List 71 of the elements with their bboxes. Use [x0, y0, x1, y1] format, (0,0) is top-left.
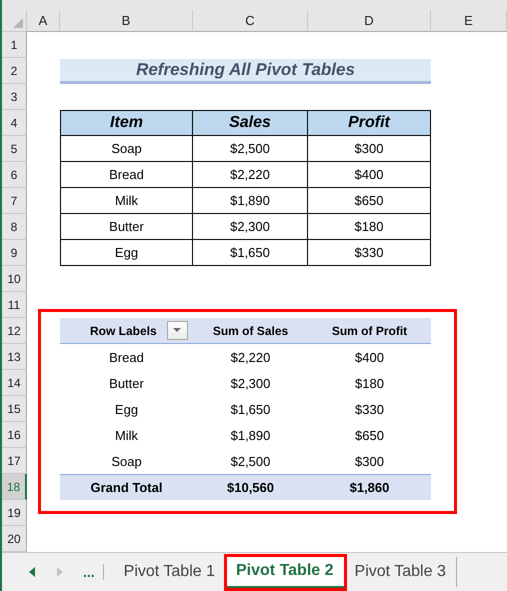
pivot-cell-text: $330 [354, 400, 385, 418]
row-header[interactable]: 9 [2, 240, 27, 266]
table-cell: Milk [60, 188, 193, 214]
row-header[interactable]: 1 [2, 32, 27, 58]
table-cell: Soap [60, 136, 193, 162]
table-cell: $2,220 [193, 162, 308, 188]
caret-icon [173, 328, 182, 333]
row-header[interactable]: 14 [2, 370, 27, 396]
pivot-cell-text: $1,890 [230, 426, 272, 444]
row-header[interactable]: 17 [2, 448, 27, 474]
pivot-cell-text: Butter [108, 374, 145, 392]
table-header-cell: Profit [308, 110, 431, 136]
table-cell: $330 [308, 240, 431, 266]
table-cell: $300 [308, 136, 431, 162]
row-header[interactable]: 5 [2, 136, 27, 162]
pivot-cell-text: Soap [110, 452, 143, 471]
table-cell: Bread [60, 162, 193, 188]
pivot-cell-text: Egg [114, 400, 140, 419]
row-header[interactable]: 6 [2, 162, 27, 188]
table-cell: $1,890 [193, 188, 308, 214]
table-cell: $400 [308, 162, 431, 188]
row-header[interactable]: 15 [2, 396, 27, 422]
pivot-header-label: Row Labels [90, 324, 157, 338]
table-cell: Butter [60, 214, 193, 240]
pivot-cell-text: $300 [354, 452, 385, 470]
table-cell: $2,500 [193, 136, 308, 162]
pivot-header-cell: Sum of Sales [193, 318, 308, 344]
more-sheets-button[interactable]: ... [83, 564, 104, 580]
grand-total-cell: $1,860 [308, 474, 431, 500]
grand-total-cell: $10,560 [193, 474, 308, 500]
pivot-cell-text: $2,220 [230, 348, 272, 366]
row-header[interactable]: 2 [2, 58, 27, 84]
pivot-cell-text: Milk [114, 426, 140, 444]
row-header[interactable]: 18 [2, 474, 27, 500]
sheet-tab[interactable]: Pivot Table 3 [344, 557, 457, 587]
pivot-cell-text: Bread [108, 348, 145, 366]
table-cell: $650 [308, 188, 431, 214]
row-header[interactable]: 20 [2, 526, 27, 552]
table-cell: $2,300 [193, 214, 308, 240]
column-header[interactable]: C [193, 10, 308, 32]
column-header[interactable]: D [308, 10, 431, 32]
sheet-title: Refreshing All Pivot Tables [60, 59, 431, 84]
grand-total-cell: Grand Total [60, 474, 193, 500]
row-header[interactable]: 3 [2, 84, 27, 110]
row-header[interactable]: 4 [2, 110, 27, 136]
pivot-cell-text: $2,500 [230, 452, 272, 470]
row-header[interactable]: 16 [2, 422, 27, 448]
pivot-cell-text: $180 [354, 374, 385, 392]
row-header[interactable]: 7 [2, 188, 27, 214]
scroll-left-icon[interactable] [27, 566, 37, 578]
table-cell: $180 [308, 214, 431, 240]
table-cell: Egg [60, 240, 193, 266]
sheet-tab[interactable]: Pivot Table 2 [226, 556, 345, 588]
row-header[interactable]: 11 [2, 292, 27, 318]
filter-dropdown-button[interactable] [166, 321, 188, 340]
table-cell: $1,650 [193, 240, 308, 266]
pivot-header-cell: Sum of Profit [308, 318, 431, 344]
row-header[interactable]: 12 [2, 318, 27, 344]
table-header-cell: Sales [193, 110, 308, 136]
row-header[interactable]: 13 [2, 344, 27, 370]
pivot-cell-text: $1,650 [230, 400, 272, 418]
table-header-cell: Item [60, 110, 193, 136]
column-header[interactable]: B [60, 10, 193, 32]
column-header[interactable]: E [431, 10, 507, 32]
column-header[interactable]: A [27, 10, 60, 32]
pivot-cell-text: $2,300 [230, 374, 272, 392]
row-header[interactable]: 8 [2, 214, 27, 240]
row-header[interactable]: 19 [2, 500, 27, 526]
pivot-cell-text: $650 [354, 426, 385, 444]
row-header[interactable]: 10 [2, 266, 27, 292]
pivot-cell-text: $400 [354, 348, 385, 366]
